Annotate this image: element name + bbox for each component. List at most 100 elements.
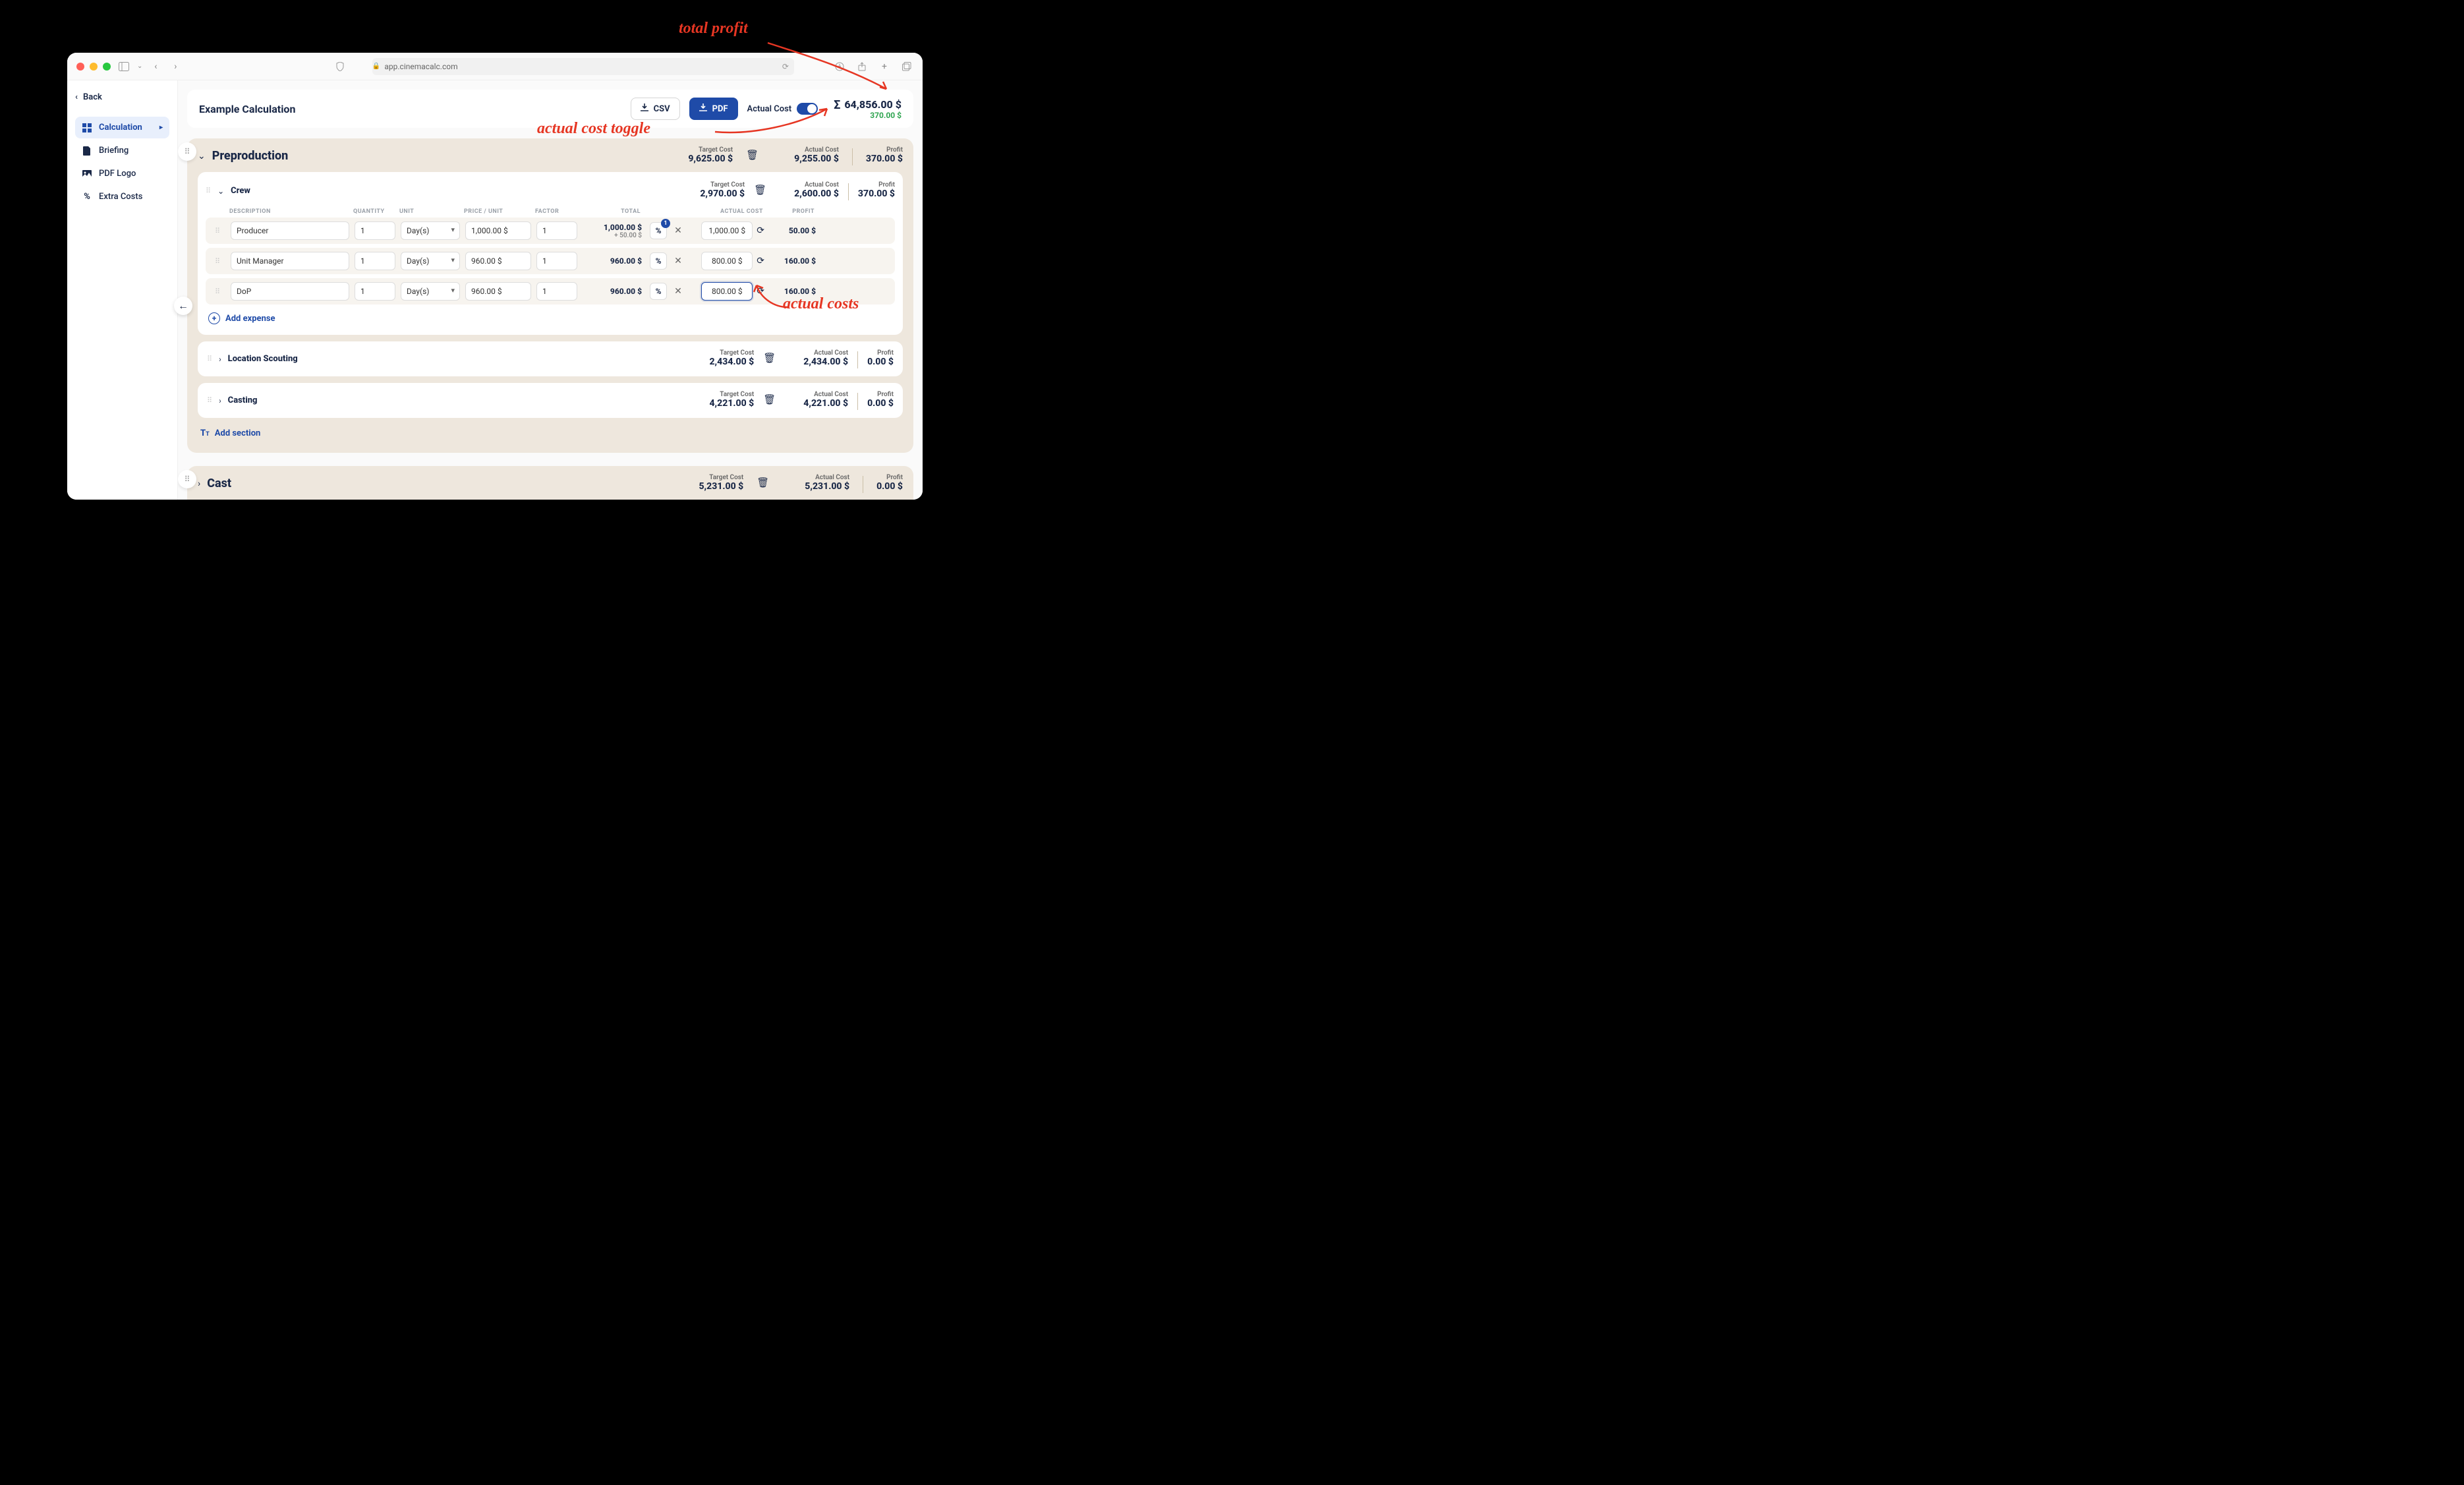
csv-button[interactable]: CSV [631, 98, 680, 120]
chevron-right-icon[interactable]: › [219, 396, 221, 405]
grip-icon[interactable]: ⠿ [210, 227, 225, 235]
price-input[interactable] [465, 221, 531, 240]
chevron-down-icon[interactable]: ⌄ [217, 187, 224, 196]
pdf-button[interactable]: PDF [689, 98, 738, 120]
quantity-input[interactable] [355, 252, 395, 270]
actual-cost-input[interactable] [701, 221, 753, 240]
shield-icon[interactable] [333, 60, 347, 73]
image-icon [82, 170, 92, 178]
group-title: Preproduction [212, 149, 289, 163]
description-input[interactable] [231, 221, 349, 240]
price-input[interactable] [465, 252, 531, 270]
group-preproduction: ⠿ ⌄ Preproduction Target Cost9,625.00 $ … [187, 138, 913, 453]
delete-row-icon[interactable]: ✕ [670, 252, 687, 270]
doc-icon [82, 146, 92, 156]
tabs-icon[interactable] [900, 60, 913, 73]
browser-window: ⌄ ‹ › 🔒 app.cinemacalc.com ⟳ + [67, 53, 923, 500]
chevron-right-icon[interactable]: › [219, 355, 221, 364]
subsection-casting[interactable]: ⠿ › Casting Target Cost4,221.00 $ 🗑 Actu… [198, 383, 903, 418]
browser-chrome: ⌄ ‹ › 🔒 app.cinemacalc.com ⟳ + [67, 53, 923, 80]
grip-icon[interactable]: ⠿ [210, 257, 225, 266]
topbar: Example Calculation CSV PDF Actual Cost [187, 90, 913, 128]
unit-select[interactable] [401, 282, 460, 301]
percent-button[interactable]: %1 [650, 222, 667, 239]
expense-row: ⠿ 960.00 $ % ✕ ⟳ [206, 248, 895, 274]
page-title: Example Calculation [199, 103, 295, 115]
annotation-total-profit: total profit [679, 20, 748, 38]
percent-icon: % [82, 192, 92, 202]
trash-icon[interactable]: 🗑 [763, 352, 776, 364]
back-nav-icon[interactable]: ‹ [149, 60, 162, 73]
chevron-down-icon[interactable]: ⌄ [198, 151, 206, 161]
trash-icon[interactable]: 🗑 [763, 393, 776, 405]
chevron-right-icon[interactable]: › [198, 479, 200, 489]
sync-icon[interactable]: ⟳ [757, 256, 764, 266]
actual-cost-input[interactable] [701, 252, 753, 270]
back-link[interactable]: ‹ Back [75, 92, 169, 102]
quantity-input[interactable] [355, 282, 395, 301]
description-input[interactable] [231, 252, 349, 270]
row-total: 1,000.00 $ + 50.00 $ [583, 223, 642, 239]
unit-select[interactable] [401, 221, 460, 240]
sidebar-item-pdf-logo[interactable]: PDF Logo [75, 163, 169, 185]
add-expense-button[interactable]: + Add expense [206, 308, 895, 328]
sidebar-item-label: Extra Costs [99, 192, 142, 202]
forward-nav-icon[interactable]: › [169, 60, 182, 73]
grip-icon[interactable]: ⠿ [207, 396, 212, 405]
drag-handle-icon[interactable]: ⠿ [178, 142, 196, 161]
lock-icon: 🔒 [372, 63, 380, 70]
sidebar-item-label: Calculation [99, 123, 142, 132]
row-total: 960.00 $ [583, 256, 642, 266]
actual-cost-toggle[interactable] [797, 103, 818, 115]
main-content: Example Calculation CSV PDF Actual Cost [178, 80, 923, 500]
refresh-icon[interactable]: ⟳ [782, 62, 794, 71]
expense-row: ⠿ 960.00 $ % ✕ ⟳ [206, 278, 895, 305]
percent-button[interactable]: % [650, 252, 667, 270]
traffic-lights [76, 63, 111, 71]
subsection-crew: ⠿ ⌄ Crew Target Cost2,970.00 $ 🗑 Actual … [198, 172, 903, 335]
close-window-icon[interactable] [76, 63, 84, 71]
delete-row-icon[interactable]: ✕ [670, 283, 687, 300]
download-icon[interactable] [833, 60, 846, 73]
chevron-down-icon[interactable]: ⌄ [137, 63, 142, 70]
url-bar[interactable]: 🔒 app.cinemacalc.com ⟳ [372, 58, 794, 75]
sync-icon[interactable]: ⟳ [757, 286, 764, 297]
sidebar-item-label: PDF Logo [99, 169, 136, 179]
download-icon [641, 103, 648, 114]
sidebar-item-briefing[interactable]: Briefing [75, 140, 169, 161]
maximize-window-icon[interactable] [103, 63, 111, 71]
grid-icon [82, 123, 92, 132]
group-cast: ⠿ › Cast Target Cost5,231.00 $ 🗑 Actual … [187, 466, 913, 500]
add-section-button[interactable]: TT Add section [198, 424, 903, 442]
trash-icon[interactable]: 🗑 [746, 149, 759, 161]
factor-input[interactable] [536, 282, 577, 301]
actual-cost-input[interactable] [701, 282, 753, 301]
minimize-window-icon[interactable] [90, 63, 98, 71]
share-icon[interactable] [855, 60, 869, 73]
trash-icon[interactable]: 🗑 [757, 477, 769, 488]
new-tab-icon[interactable]: + [878, 60, 891, 73]
subsection-location-scouting[interactable]: ⠿ › Location Scouting Target Cost2,434.0… [198, 341, 903, 376]
percent-button[interactable]: % [650, 283, 667, 300]
unit-select[interactable] [401, 252, 460, 270]
delete-row-icon[interactable]: ✕ [670, 222, 687, 239]
quantity-input[interactable] [355, 221, 395, 240]
collapse-sidebar-button[interactable]: ← [174, 297, 192, 315]
plus-icon: + [208, 312, 220, 324]
sidebar: ‹ Back Calculation ▸ Briefing PDF Logo %… [67, 80, 178, 500]
grip-icon[interactable]: ⠿ [210, 287, 225, 296]
sidebar-item-extra-costs[interactable]: % Extra Costs [75, 186, 169, 208]
row-profit: 160.00 $ [770, 287, 816, 296]
chevron-right-icon: ▸ [159, 124, 163, 131]
sync-icon[interactable]: ⟳ [757, 225, 764, 236]
grip-icon[interactable]: ⠿ [207, 355, 212, 363]
drag-handle-icon[interactable]: ⠿ [178, 470, 196, 488]
grip-icon[interactable]: ⠿ [206, 187, 211, 195]
price-input[interactable] [465, 282, 531, 301]
factor-input[interactable] [536, 221, 577, 240]
factor-input[interactable] [536, 252, 577, 270]
sidebar-toggle-icon[interactable] [117, 60, 130, 73]
trash-icon[interactable]: 🗑 [754, 184, 766, 196]
sidebar-item-calculation[interactable]: Calculation ▸ [75, 117, 169, 138]
description-input[interactable] [231, 282, 349, 301]
